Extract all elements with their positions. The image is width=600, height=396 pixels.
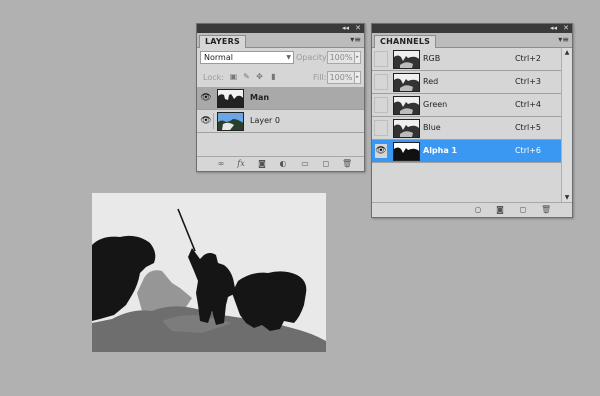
channel-row-red[interactable]: Red Ctrl+3 [372, 71, 561, 94]
lock-pixels-icon[interactable]: ✎ [242, 72, 251, 81]
channel-row-blue[interactable]: Blue Ctrl+5 [372, 117, 561, 140]
fill-label: Fill: [313, 73, 327, 82]
layer-name-layer-0[interactable]: Layer 0 [250, 110, 280, 132]
layer-thumbnail-layer-0 [217, 112, 244, 131]
channel-visibility-toggle[interactable] [374, 97, 388, 113]
chevron-down-icon: ▼ [286, 54, 291, 61]
collapse-icon[interactable]: ◂◂ [550, 24, 557, 33]
eye-icon[interactable]: 👁 [374, 143, 388, 159]
channels-tab-row: CHANNELS ▾≡ [372, 33, 572, 48]
layer-row-man[interactable]: 👁 Man [197, 87, 364, 110]
fill-slider-toggle[interactable]: ▸ [354, 71, 361, 84]
collapse-icon[interactable]: ◂◂ [342, 24, 349, 33]
mask-icon[interactable]: ◙ [257, 159, 267, 169]
trash-icon[interactable]: 🗑 [342, 159, 352, 169]
layers-panel: ◂◂ ✕ LAYERS ▾≡ Normal ▼ Opacity: 100% ▸ … [196, 23, 365, 172]
channel-thumbnail-green [393, 96, 420, 115]
channel-visibility-toggle[interactable] [374, 74, 388, 90]
channels-panel-titlebar[interactable]: ◂◂ ✕ [372, 24, 572, 33]
folder-icon[interactable]: ▭ [300, 159, 310, 169]
channel-row-green[interactable]: Green Ctrl+4 [372, 94, 561, 117]
channel-thumbnail-alpha-1 [393, 142, 420, 161]
lock-label: Lock: [203, 73, 224, 82]
layer-name-man[interactable]: Man [250, 87, 269, 109]
link-icon[interactable]: ∞ [216, 159, 226, 169]
lock-transparency-icon[interactable]: ▣ [229, 72, 238, 81]
layer-thumbnail-man [217, 89, 244, 108]
channel-shortcut: Ctrl+5 [514, 123, 541, 132]
opacity-label: Opacity: [296, 53, 329, 62]
channel-shortcut: Ctrl+4 [514, 100, 541, 109]
opacity-slider-toggle[interactable]: ▸ [354, 51, 361, 64]
channel-thumbnail-red [393, 73, 420, 92]
layer-row-layer-0[interactable]: 👁 Layer 0 [197, 110, 364, 133]
scroll-up-icon[interactable]: ▲ [562, 49, 572, 56]
close-icon[interactable]: ✕ [563, 24, 569, 33]
channel-name: Blue [423, 123, 441, 132]
lock-position-icon[interactable]: ✥ [255, 72, 264, 81]
scroll-down-icon[interactable]: ▼ [562, 194, 572, 201]
opacity-field[interactable]: 100% [327, 51, 355, 64]
eye-icon[interactable]: 👁 [199, 90, 214, 106]
alpha-channel-image [92, 193, 326, 352]
channel-visibility-toggle[interactable] [374, 51, 388, 67]
lock-all-icon[interactable]: ▮ [269, 72, 278, 81]
new-layer-icon[interactable]: ◻ [321, 159, 331, 169]
channel-name: Alpha 1 [423, 146, 458, 155]
channel-visibility-toggle[interactable] [374, 120, 388, 136]
trash-icon[interactable]: 🗑 [541, 205, 551, 215]
channel-shortcut: Ctrl+2 [514, 54, 541, 63]
layers-footer: ∞ fx ◙ ◐ ▭ ◻ 🗑 [197, 156, 364, 171]
fx-icon[interactable]: fx [236, 159, 246, 169]
channel-name: Red [423, 77, 439, 86]
channel-shortcut: Ctrl+3 [514, 77, 541, 86]
channel-shortcut: Ctrl+6 [514, 146, 541, 155]
layers-panel-titlebar[interactable]: ◂◂ ✕ [197, 24, 364, 33]
channel-thumbnail-blue [393, 119, 420, 138]
blend-mode-select[interactable]: Normal ▼ [200, 51, 294, 64]
fill-field[interactable]: 100% [327, 71, 355, 84]
adjustment-icon[interactable]: ◐ [278, 159, 288, 169]
channels-panel: ◂◂ ✕ CHANNELS ▾≡ RGB Ctrl+2 Red Ctrl+3 G… [371, 23, 573, 218]
channel-name: RGB [423, 54, 441, 63]
document-canvas[interactable] [92, 193, 326, 352]
channel-name: Green [423, 100, 448, 109]
tab-layers[interactable]: LAYERS [199, 35, 246, 48]
blend-mode-value: Normal [204, 53, 233, 62]
load-selection-icon[interactable]: ○ [473, 205, 483, 215]
tab-channels[interactable]: CHANNELS [374, 35, 437, 48]
panel-menu-icon[interactable]: ▾≡ [350, 35, 361, 44]
channel-row-alpha-1[interactable]: 👁 Alpha 1 Ctrl+6 [372, 140, 561, 163]
close-icon[interactable]: ✕ [355, 24, 361, 33]
save-selection-icon[interactable]: ◙ [495, 205, 505, 215]
channel-thumbnail-rgb [393, 50, 420, 69]
new-channel-icon[interactable]: ◻ [518, 205, 528, 215]
channel-row-rgb[interactable]: RGB Ctrl+2 [372, 48, 561, 71]
channels-scrollbar[interactable]: ▲ ▼ [561, 48, 572, 202]
channels-footer: ○ ◙ ◻ 🗑 [372, 202, 572, 217]
panel-menu-icon[interactable]: ▾≡ [558, 35, 569, 44]
layers-tab-row: LAYERS ▾≡ [197, 33, 364, 48]
eye-icon[interactable]: 👁 [199, 113, 214, 129]
